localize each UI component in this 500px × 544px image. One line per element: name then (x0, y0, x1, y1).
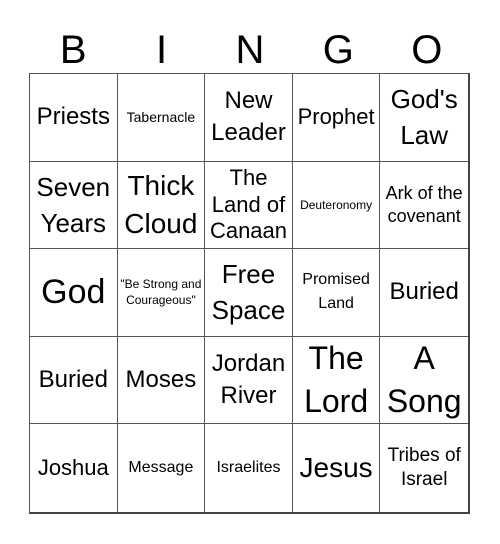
bingo-cell[interactable]: God's Law (380, 74, 468, 162)
bingo-cell[interactable]: Moses (117, 336, 206, 425)
bingo-cell[interactable]: "Be Strong and Courageous" (117, 249, 206, 337)
header-letter-g: G (322, 28, 354, 72)
bingo-cell[interactable]: Tribes of Israel (380, 424, 468, 512)
bingo-cell[interactable]: Jordan River (205, 336, 293, 425)
bingo-cell[interactable]: The Land of Canaan (205, 161, 293, 250)
bingo-cell[interactable]: The Lord (292, 336, 381, 425)
bingo-cell[interactable]: Ark of the covenant (380, 162, 468, 250)
bingo-cell[interactable]: Priests (30, 74, 118, 162)
bingo-cell[interactable]: Thick Cloud (117, 161, 206, 250)
bingo-cell[interactable]: New Leader (205, 74, 293, 162)
bingo-cell[interactable]: Seven Years (30, 161, 118, 250)
bingo-cell[interactable]: Israelites (205, 424, 293, 512)
bingo-cell[interactable]: Deuteronomy (292, 161, 381, 250)
bingo-grid: Priests Tabernacle New Leader Prophet Go… (29, 73, 470, 514)
bingo-cell[interactable]: A Song (380, 337, 468, 425)
bingo-cell[interactable]: Buried (380, 249, 468, 337)
bingo-cell[interactable]: Buried (30, 336, 118, 425)
bingo-cell[interactable]: Message (118, 424, 206, 512)
bingo-header: B I N G O (29, 28, 471, 73)
free-space-cell[interactable]: Free Space (205, 249, 293, 337)
bingo-cell[interactable]: God (30, 249, 118, 337)
header-letter-n: N (235, 28, 265, 72)
header-letter-i: I (156, 28, 168, 72)
header-letter-o: O (411, 28, 443, 72)
bingo-cell[interactable]: Promised Land (292, 249, 381, 337)
bingo-cell[interactable]: Prophet (292, 74, 381, 162)
header-letter-b: B (59, 28, 87, 72)
bingo-cell[interactable]: Tabernacle (117, 74, 206, 162)
bingo-cell[interactable]: Jesus (293, 424, 381, 512)
bingo-cell[interactable]: Joshua (30, 424, 118, 512)
